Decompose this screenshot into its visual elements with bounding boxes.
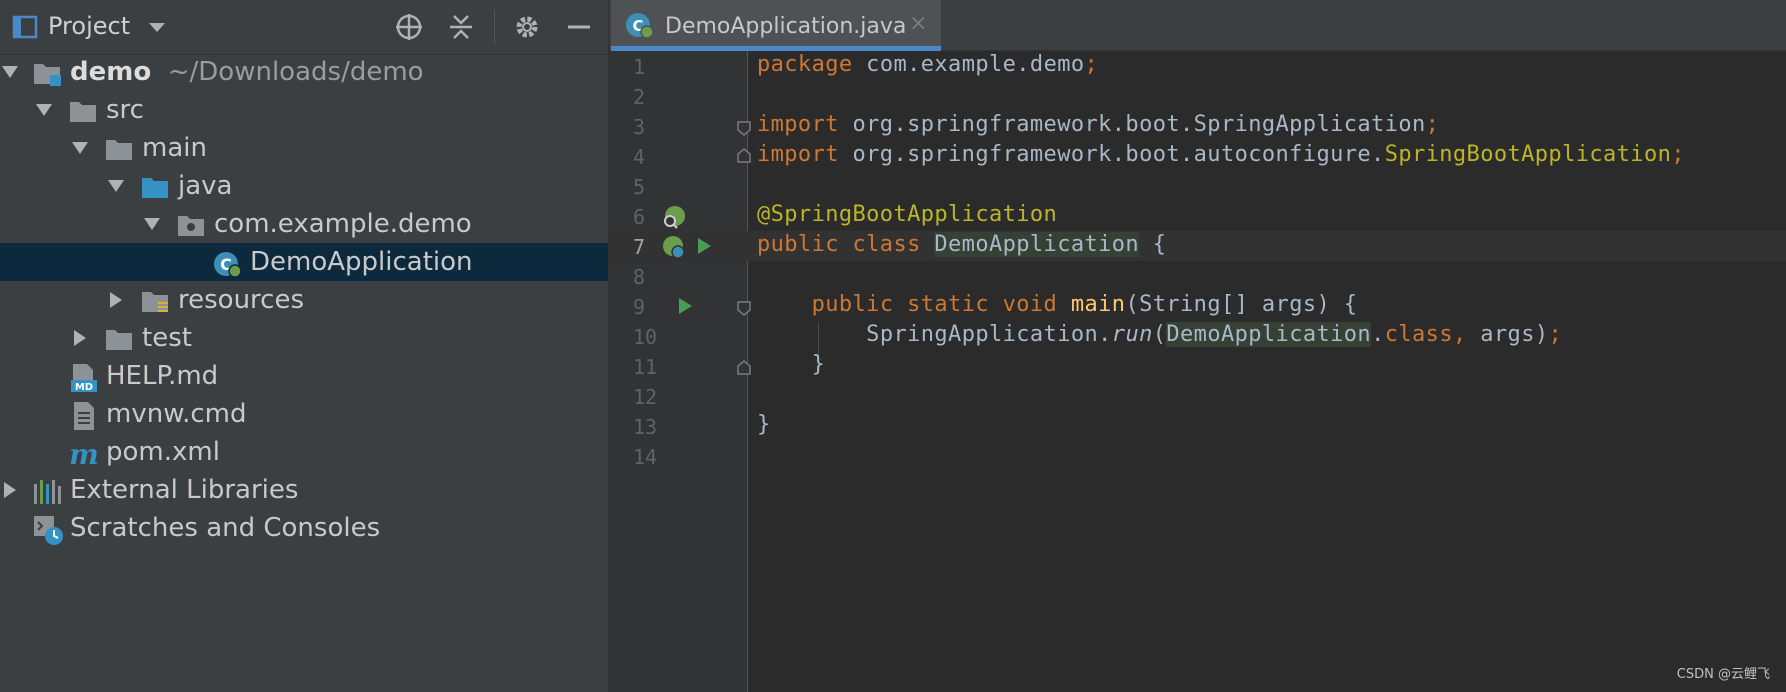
tree-item-src[interactable]: src (0, 91, 608, 129)
line-number: 14 (633, 445, 658, 469)
watermark: CSDN @云鲤飞 (1676, 667, 1770, 682)
locate-file-icon[interactable] (390, 8, 428, 46)
tree-item-help-md[interactable]: MD HELP.md (0, 357, 608, 395)
spring-boot-class-icon[interactable] (661, 234, 685, 259)
source-folder-icon (140, 172, 170, 200)
expand-arrow-icon[interactable] (142, 214, 164, 234)
tab-label: DemoApplication.java (665, 14, 907, 39)
gear-icon[interactable] (508, 8, 546, 46)
project-header: Project (0, 0, 608, 55)
tree-item-scratches[interactable]: Scratches and Consoles (0, 509, 608, 547)
tree-item-label: java (178, 171, 233, 201)
line-number: 5 (633, 175, 646, 199)
maven-icon: m (68, 438, 99, 471)
expand-arrow-icon[interactable] (106, 176, 128, 196)
folder-icon (104, 134, 134, 162)
tree-item-label: main (142, 133, 207, 163)
line-number: 8 (633, 265, 646, 289)
tree-item-test[interactable]: test (0, 319, 608, 357)
project-view-selector[interactable]: Project (48, 12, 130, 40)
spring-boot-class-icon: C (212, 248, 242, 278)
resources-folder-icon (140, 286, 170, 314)
line-number: 12 (633, 385, 658, 409)
code-line-9[interactable]: public static void main(String[] args) { (757, 292, 1357, 317)
tree-item-package[interactable]: com.example.demo (0, 205, 608, 243)
code-editor: C DemoApplication.java × 1 2 3 4 5 6 7 8… (609, 0, 1786, 692)
line-number: 13 (633, 415, 658, 439)
svg-text:MD: MD (75, 382, 93, 393)
fold-icon[interactable] (737, 147, 751, 163)
project-view-icon (6, 8, 44, 46)
tree-item-label: mvnw.cmd (106, 399, 247, 429)
code-line-7[interactable]: public class DemoApplication { (757, 232, 1166, 257)
libraries-icon (32, 476, 62, 504)
line-number: 10 (633, 325, 658, 349)
tree-item-java[interactable]: java (0, 167, 608, 205)
expand-arrow-icon[interactable] (34, 100, 56, 120)
project-tool-window: Project demo ~/Downloads/demo src main j… (0, 0, 609, 692)
tree-item-resources[interactable]: resources (0, 281, 608, 319)
tree-item-main[interactable]: main (0, 129, 608, 167)
tree-item-demo[interactable]: demo ~/Downloads/demo (0, 53, 608, 91)
tree-item-label: HELP.md (106, 361, 219, 391)
close-icon[interactable]: × (909, 11, 927, 36)
tree-item-label: pom.xml (106, 437, 220, 467)
run-icon[interactable] (698, 238, 711, 254)
line-number: 9 (633, 295, 646, 319)
spring-boot-class-icon: C (625, 10, 655, 40)
line-number: 2 (633, 85, 646, 109)
fold-icon[interactable] (737, 121, 751, 137)
line-number: 4 (633, 145, 646, 169)
folder-icon (104, 324, 134, 352)
code-line-4[interactable]: import org.springframework.boot.autoconf… (757, 142, 1685, 167)
tree-item-pom-xml[interactable]: m pom.xml (0, 433, 608, 471)
code-line-13[interactable]: } (757, 412, 771, 437)
module-folder-icon (32, 58, 62, 86)
tree-item-external-libraries[interactable]: External Libraries (0, 471, 608, 509)
tree-item-label: resources (178, 285, 305, 315)
collapsed-arrow-icon[interactable] (70, 328, 92, 348)
collapsed-arrow-icon[interactable] (0, 480, 22, 500)
collapse-all-icon[interactable] (442, 8, 480, 46)
tree-item-label: test (142, 323, 192, 353)
tree-item-label: com.example.demo (214, 209, 472, 239)
tree-item-demo-application[interactable]: C DemoApplication (0, 243, 608, 281)
tree-item-label: External Libraries (70, 475, 299, 505)
code-line-3[interactable]: import org.springframework.boot.SpringAp… (757, 112, 1439, 137)
code-line-6[interactable]: @SpringBootApplication (757, 202, 1057, 227)
run-icon[interactable] (679, 298, 692, 314)
header-divider (494, 10, 495, 44)
folder-icon (68, 96, 98, 124)
fold-icon[interactable] (737, 301, 751, 317)
chevron-down-icon[interactable] (138, 8, 176, 46)
tab-demo-application-java[interactable]: C DemoApplication.java × (611, 0, 941, 50)
code-line-1[interactable]: package com.example.demo; (757, 52, 1098, 77)
fold-icon[interactable] (737, 359, 751, 375)
code-line-11[interactable]: } (757, 352, 825, 377)
expand-arrow-icon[interactable] (70, 138, 92, 158)
editor-tab-bar: C DemoApplication.java × (609, 0, 1786, 51)
spring-bean-icon[interactable] (661, 204, 685, 229)
tree-item-label: src (106, 95, 144, 125)
code-line-10[interactable]: SpringApplication.run(DemoApplication.cl… (757, 322, 1562, 347)
line-number: 11 (633, 355, 658, 379)
editor-gutter (609, 51, 748, 692)
minimize-icon[interactable] (560, 8, 598, 46)
text-file-icon (68, 400, 98, 430)
line-number: 1 (633, 55, 646, 79)
tree-item-label: DemoApplication (250, 247, 473, 277)
svg-text:m: m (69, 438, 99, 470)
package-icon (176, 210, 206, 238)
tree-item-label: Scratches and Consoles (70, 513, 381, 543)
tree-item-mvnw-cmd[interactable]: mvnw.cmd (0, 395, 608, 433)
collapsed-arrow-icon[interactable] (106, 290, 128, 310)
expand-arrow-icon[interactable] (0, 62, 22, 82)
project-path: ~/Downloads/demo (167, 57, 424, 87)
markdown-file-icon: MD (68, 362, 98, 393)
scratches-icon (32, 514, 63, 545)
line-number: 3 (633, 115, 646, 139)
tree-item-label: demo (70, 57, 152, 87)
